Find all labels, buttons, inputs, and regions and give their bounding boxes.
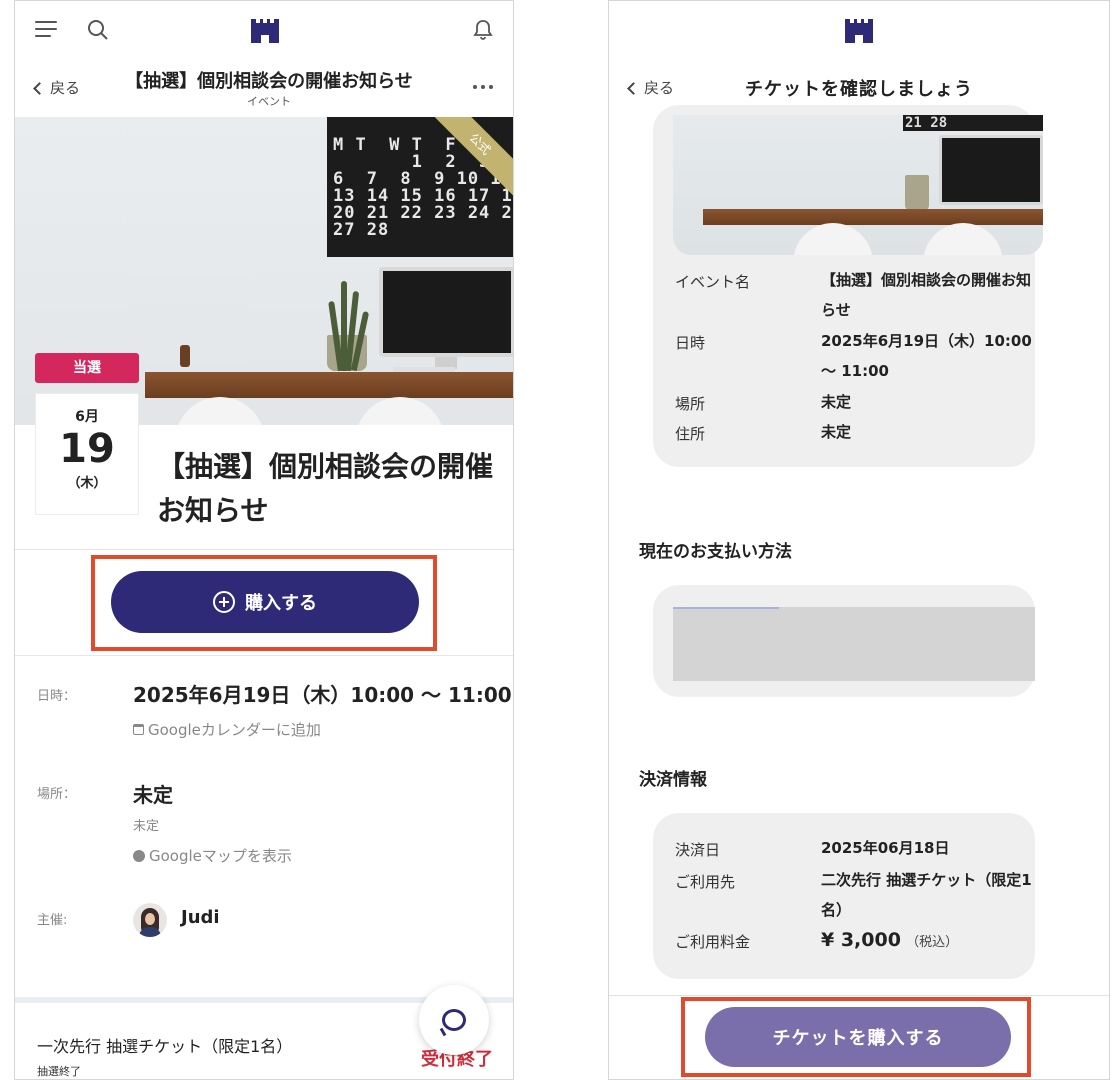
- page-title: チケットを確認しましょう: [745, 79, 973, 100]
- avatar[interactable]: [133, 903, 167, 937]
- event-thumbnail: 21 28: [673, 115, 1043, 255]
- tax-note: （税込）: [906, 935, 959, 950]
- google-calendar-link-label: Googleカレンダーに追加: [148, 721, 321, 739]
- chat-button[interactable]: [419, 985, 489, 1055]
- summary-value: 未定: [821, 393, 852, 411]
- event-title: 【抽選】個別相談会の開催お知らせ: [157, 450, 494, 527]
- google-calendar-link[interactable]: Googleカレンダーに追加: [133, 719, 321, 740]
- plant-graphic: [905, 175, 929, 211]
- ticket-status-small: 抽選終了: [37, 1065, 81, 1078]
- castle-logo-icon[interactable]: [250, 17, 280, 45]
- chair-graphic: [793, 223, 873, 255]
- summary-value: 【抽選】個別相談会の開催お知らせ: [821, 271, 1032, 319]
- summary-value: 未定: [821, 423, 852, 441]
- search-icon[interactable]: [85, 17, 111, 43]
- desk-graphic: [703, 209, 1043, 225]
- summary-label: 日時: [675, 334, 706, 352]
- billing-date-value: 2025年06月18日: [821, 839, 950, 857]
- page-title: 【抽選】個別相談会の開催お知らせ: [125, 71, 413, 92]
- chevron-left-icon: [627, 81, 640, 95]
- page-subtitle: イベント: [247, 95, 291, 108]
- monitor-graphic: [939, 135, 1043, 205]
- google-map-link[interactable]: Googleマップを表示: [133, 845, 292, 866]
- menu-icon[interactable]: [35, 19, 57, 39]
- google-map-link-label: Googleマップを表示: [149, 847, 292, 865]
- redacted-payment-info: [673, 607, 1035, 681]
- chair-graphic: [175, 397, 265, 425]
- top-bar: [15, 1, 513, 61]
- divider: [609, 995, 1109, 996]
- location-label: 場所：: [37, 787, 77, 802]
- castle-logo-icon[interactable]: [844, 17, 874, 45]
- billing-heading: 決済情報: [639, 770, 707, 790]
- more-options-icon[interactable]: [473, 85, 493, 89]
- highlight-frame: [91, 555, 437, 651]
- ticket-name: 一次先行 抽選チケット（限定1名）: [37, 1037, 293, 1056]
- plant-graphic: [327, 281, 370, 372]
- back-button[interactable]: 戻る: [627, 77, 675, 98]
- date-card: 6月 19 （木）: [35, 393, 139, 515]
- redacted-accent: [673, 607, 779, 609]
- back-button[interactable]: 戻る: [33, 77, 81, 98]
- summary-label: 住所: [675, 425, 706, 443]
- globe-icon: [133, 849, 145, 862]
- ticket-confirm-screen: 戻る チケットを確認しましょう 21 28 イベント名 【抽選】個別相談会の開催…: [608, 0, 1110, 1080]
- billing-date-label: 決済日: [675, 841, 721, 859]
- monitor-graphic: [379, 267, 513, 357]
- divider: [15, 655, 513, 656]
- date-day: 19: [59, 426, 115, 472]
- desk-graphic: [145, 372, 513, 398]
- host-name[interactable]: Judi: [181, 907, 220, 928]
- date-weekday: （木）: [67, 476, 107, 491]
- back-label: 戻る: [50, 79, 81, 97]
- date-month: 6月: [75, 409, 99, 425]
- datetime-label: 日時：: [37, 689, 77, 704]
- billing-amount-label: ご利用料金: [675, 933, 751, 951]
- chair-graphic: [355, 397, 445, 425]
- host-label: 主催:: [37, 913, 68, 928]
- payment-method-heading: 現在のお支払い方法: [639, 542, 792, 562]
- bottle-graphic: [180, 345, 190, 367]
- datetime-value: 2025年6月19日（木）10:00 ～ 11:00: [133, 683, 512, 707]
- navigation-bar: 戻る 【抽選】個別相談会の開催お知らせ イベント: [15, 61, 513, 117]
- highlight-frame: [681, 997, 1031, 1077]
- billing-amount-value: ¥ 3,000: [821, 929, 901, 951]
- summary-label: イベント名: [675, 273, 751, 291]
- location-sub: 未定: [133, 819, 160, 834]
- chair-graphic: [923, 223, 1003, 255]
- bell-icon[interactable]: [471, 17, 495, 43]
- status-badge: 当選: [35, 353, 139, 383]
- billing-merchant-label: ご利用先: [675, 873, 736, 891]
- chevron-left-icon: [33, 81, 46, 95]
- calendar-fragment: 21 28: [903, 115, 1043, 131]
- divider: [15, 549, 513, 550]
- billing-amount: ¥ 3,000 （税込）: [821, 925, 1041, 958]
- chat-bubble-icon: [442, 1009, 466, 1031]
- event-detail-screen: 戻る 【抽選】個別相談会の開催お知らせ イベント M T W T F 1 2 3…: [14, 0, 514, 1080]
- summary-label: 場所: [675, 395, 706, 413]
- summary-value: 2025年6月19日（木）10:00 ～ 11:00: [821, 332, 1032, 380]
- calendar-icon: [133, 724, 144, 735]
- back-label: 戻る: [644, 79, 675, 97]
- billing-merchant-value: 二次先行 抽選チケット（限定1名）: [821, 871, 1032, 919]
- location-value: 未定: [133, 783, 173, 807]
